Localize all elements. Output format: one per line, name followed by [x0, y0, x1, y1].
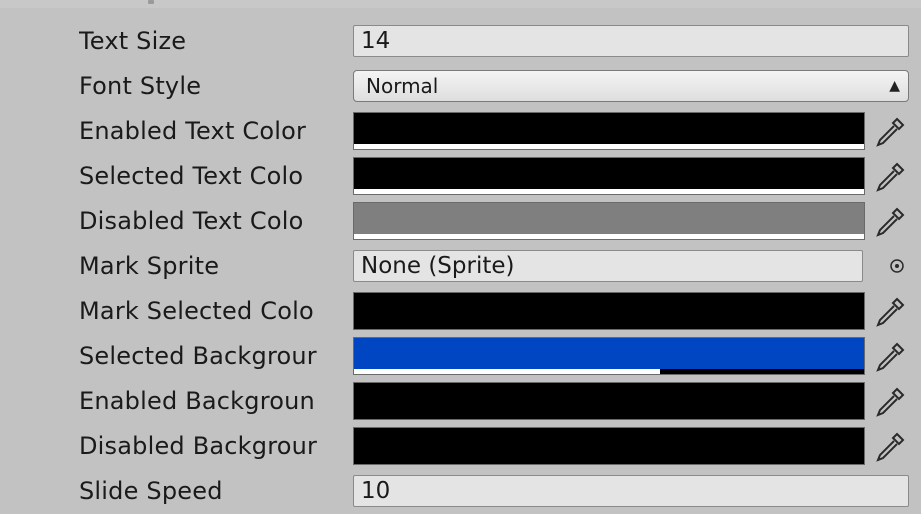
text-size-row: Text Size 14: [0, 19, 921, 63]
disabled-text-color-swatch[interactable]: [353, 202, 865, 240]
mark-sprite-label: Mark Sprite: [79, 252, 220, 280]
alpha-bar: [354, 369, 864, 374]
alpha-bar: [354, 414, 864, 419]
enabled-background-label: Enabled Backgroun: [79, 387, 315, 415]
disabled-text-color-label: Disabled Text Colo: [79, 207, 304, 235]
font-style-dropdown[interactable]: Normal ▲: [353, 70, 909, 102]
font-style-row: Font Style Normal ▲: [0, 64, 921, 108]
eyedropper-icon[interactable]: [873, 205, 907, 239]
eyedropper-icon[interactable]: [873, 340, 907, 374]
text-size-label: Text Size: [79, 27, 187, 55]
alpha-fill: [354, 144, 864, 149]
alpha-bar: [354, 234, 864, 239]
selected-text-color-row: Selected Text Colo: [0, 154, 921, 198]
eyedropper-icon[interactable]: [873, 160, 907, 194]
mark-sprite-row: Mark Sprite None (Sprite): [0, 244, 921, 288]
disabled-background-swatch[interactable]: [353, 427, 865, 465]
eyedropper-icon[interactable]: [873, 430, 907, 464]
font-style-value: Normal: [366, 74, 439, 98]
dropdown-arrow-icon: ▲: [889, 78, 900, 94]
enabled-background-row: Enabled Backgroun: [0, 379, 921, 423]
text-size-input[interactable]: 14: [353, 25, 909, 57]
enabled-text-color-swatch[interactable]: [353, 112, 865, 150]
inspector-top-edge: [0, 0, 921, 8]
slide-speed-row: Slide Speed 10: [0, 469, 921, 513]
selected-text-color-label: Selected Text Colo: [79, 162, 304, 190]
alpha-bar: [354, 144, 864, 149]
alpha-bar: [354, 189, 864, 194]
alpha-bar: [354, 459, 864, 464]
object-picker-icon[interactable]: [888, 257, 906, 275]
slide-speed-input[interactable]: 10: [353, 475, 909, 507]
disabled-text-color-row: Disabled Text Colo: [0, 199, 921, 243]
mark-sprite-object-field[interactable]: None (Sprite): [353, 250, 863, 282]
enabled-background-swatch[interactable]: [353, 382, 865, 420]
selected-background-label: Selected Backgrour: [79, 342, 317, 370]
mark-selected-color-swatch[interactable]: [353, 292, 865, 330]
selected-background-swatch[interactable]: [353, 337, 865, 375]
slide-speed-label: Slide Speed: [79, 477, 223, 505]
eyedropper-icon[interactable]: [873, 295, 907, 329]
alpha-fill: [354, 189, 864, 194]
scroll-indicator: [148, 0, 154, 4]
enabled-text-color-label: Enabled Text Color: [79, 117, 307, 145]
selected-text-color-swatch[interactable]: [353, 157, 865, 195]
eyedropper-icon[interactable]: [873, 115, 907, 149]
alpha-fill: [354, 234, 864, 239]
enabled-text-color-row: Enabled Text Color: [0, 109, 921, 153]
mark-selected-color-row: Mark Selected Colo: [0, 289, 921, 333]
alpha-fill: [354, 369, 660, 374]
disabled-background-row: Disabled Backgrour: [0, 424, 921, 468]
selected-background-row: Selected Backgrour: [0, 334, 921, 378]
disabled-background-label: Disabled Backgrour: [79, 432, 318, 460]
mark-selected-color-label: Mark Selected Colo: [79, 297, 314, 325]
eyedropper-icon[interactable]: [873, 385, 907, 419]
alpha-bar: [354, 324, 864, 329]
font-style-label: Font Style: [79, 72, 202, 100]
